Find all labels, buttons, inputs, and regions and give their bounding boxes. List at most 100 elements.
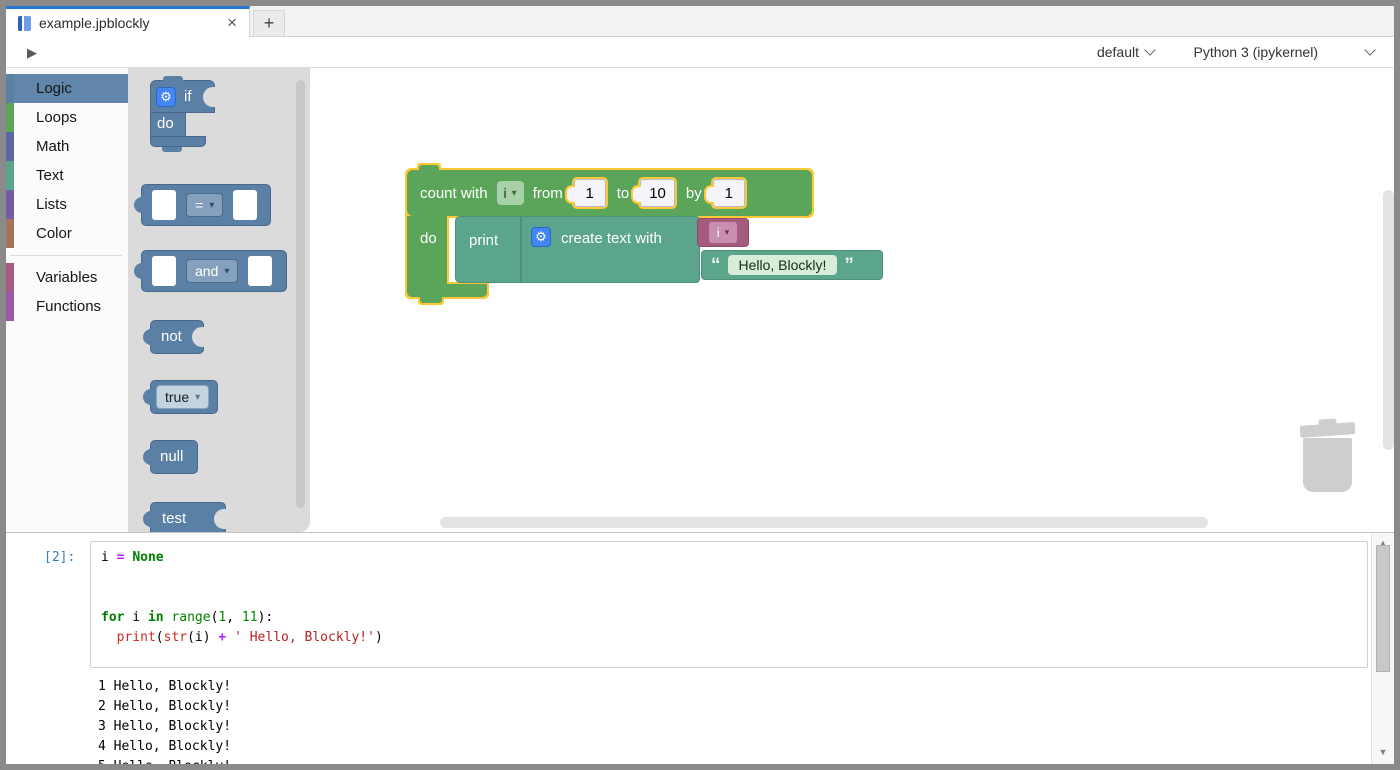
gear-icon[interactable]: ⚙	[156, 87, 176, 107]
boolean-dropdown[interactable]: true ▾	[156, 385, 209, 409]
toolbox-category-variables[interactable]: Variables	[6, 263, 128, 292]
do-label: do	[420, 230, 437, 247]
mode-dropdown[interactable]: default	[1097, 37, 1154, 67]
to-value-block[interactable]: 10	[638, 177, 677, 209]
category-label: Color	[36, 225, 72, 242]
flyout-block-compare[interactable]: = ▾	[141, 184, 271, 226]
dropdown-arrow-icon: ▾	[224, 266, 229, 277]
category-label: Logic	[36, 80, 72, 97]
toolbox-category-math[interactable]: Math	[6, 132, 128, 161]
operator-label: =	[195, 197, 203, 213]
blockly-workspace[interactable]: count with i ▾ from 1 to 10 by 1 do	[310, 68, 1394, 532]
category-color-strip	[6, 263, 14, 292]
scroll-down-icon[interactable]: ▼	[1379, 747, 1388, 757]
app-window: example.jpblockly × + ▶ default Python 3…	[0, 0, 1400, 770]
flyout-block-boolean[interactable]: true ▾	[150, 380, 218, 414]
toolbox-category-text[interactable]: Text	[6, 161, 128, 190]
blockly-toolbox: Logic Loops Math Text Lists Color	[6, 68, 128, 532]
category-color-strip	[6, 103, 14, 132]
flyout-block-not[interactable]: not	[150, 320, 204, 354]
variable-dropdown[interactable]: i ▾	[709, 222, 737, 243]
cell-output-area: 1 Hello, Blockly! 2 Hello, Blockly! 3 He…	[98, 677, 231, 764]
boolean-label: true	[165, 389, 189, 405]
notebook-scrollbar[interactable]: ▲ ▼	[1371, 533, 1394, 764]
kernel-selector[interactable]: Python 3 (ipykernel)	[1193, 37, 1318, 67]
test-label: test	[162, 510, 186, 527]
category-label: Functions	[36, 298, 101, 315]
mode-label: default	[1097, 44, 1139, 60]
text-value-field[interactable]: Hello, Blockly!	[728, 255, 838, 275]
variable-i-block[interactable]: i ▾	[697, 218, 749, 247]
value-socket	[152, 190, 176, 220]
category-color-strip	[6, 219, 14, 248]
toolbox-category-lists[interactable]: Lists	[6, 190, 128, 219]
by-label: by	[686, 185, 702, 202]
flyout-scrollbar[interactable]	[296, 80, 305, 508]
do-label: do	[157, 115, 174, 132]
create-text-with-label: create text with	[561, 230, 662, 247]
close-icon[interactable]: ×	[223, 13, 241, 33]
workspace-horizontal-scrollbar[interactable]	[440, 517, 1208, 528]
close-quote-icon: ”	[844, 256, 854, 275]
cell-prompt: [2]:	[44, 549, 75, 567]
category-label: Variables	[36, 269, 97, 286]
tab-example-jpblockly[interactable]: example.jpblockly ×	[6, 6, 250, 37]
play-icon: ▶	[27, 45, 37, 61]
operator-dropdown[interactable]: = ▾	[186, 193, 223, 217]
trash-lid-icon	[1300, 422, 1356, 438]
file-icon	[18, 16, 31, 31]
value-socket	[152, 256, 176, 286]
toolbox-category-functions[interactable]: Functions	[6, 292, 128, 321]
output-line: 2 Hello, Blockly!	[98, 697, 231, 717]
output-line: 3 Hello, Blockly!	[98, 717, 231, 737]
create-text-with-block[interactable]: ⚙ create text with	[521, 216, 700, 283]
print-label: print	[469, 232, 498, 249]
category-label: Text	[36, 167, 64, 184]
loop-variable-label: i	[504, 185, 507, 201]
tab-title: example.jpblockly	[39, 15, 223, 31]
tab-bar: example.jpblockly × +	[6, 6, 1394, 37]
from-value-block[interactable]: 1	[572, 177, 608, 209]
category-color-strip	[6, 132, 14, 161]
flyout-block-test[interactable]: test	[150, 502, 226, 532]
open-quote-icon: “	[711, 256, 721, 275]
if-label: if	[184, 88, 192, 105]
category-label: Lists	[36, 196, 67, 213]
text-string-block[interactable]: “ Hello, Blockly! ”	[701, 250, 883, 280]
category-color-strip	[6, 74, 14, 103]
scrollbar-thumb[interactable]	[1376, 545, 1390, 672]
dropdown-arrow-icon: ▾	[209, 200, 214, 211]
count-with-label: count with	[420, 185, 488, 202]
trash-icon[interactable]	[1303, 438, 1352, 492]
logic-operator-dropdown[interactable]: and ▾	[186, 259, 238, 283]
toolbox-category-color[interactable]: Color	[6, 219, 128, 248]
to-label: to	[617, 185, 630, 202]
by-value-block[interactable]: 1	[711, 177, 747, 209]
loop-variable-dropdown[interactable]: i ▾	[497, 181, 524, 205]
flyout-block-null[interactable]: null	[150, 440, 198, 474]
workspace-vertical-scrollbar[interactable]	[1383, 190, 1394, 450]
toolbox-category-loops[interactable]: Loops	[6, 103, 128, 132]
toolbox-category-logic[interactable]: Logic	[6, 74, 128, 103]
flyout-block-and[interactable]: and ▾	[141, 250, 287, 292]
dropdown-arrow-icon: ▾	[725, 227, 730, 238]
code-cell-input[interactable]: i = None for i in range(1, 11): print(st…	[90, 541, 1368, 668]
value-socket	[248, 256, 272, 286]
run-button[interactable]: ▶	[22, 43, 42, 63]
flyout-block-if[interactable]: ⚙ if do	[150, 80, 230, 160]
print-block[interactable]: print	[455, 216, 521, 283]
gear-icon[interactable]: ⚙	[531, 227, 551, 247]
null-label: null	[160, 448, 183, 465]
block-top-notch	[419, 165, 439, 170]
category-color-strip	[6, 190, 14, 219]
output-line: 4 Hello, Blockly!	[98, 737, 231, 757]
kernel-dropdown[interactable]	[1366, 37, 1374, 67]
category-color-strip	[6, 292, 14, 321]
chevron-down-icon	[1144, 44, 1155, 55]
new-tab-button[interactable]: +	[253, 10, 285, 37]
block-bottom-notch	[420, 297, 442, 303]
blockly-editor: Logic Loops Math Text Lists Color	[6, 68, 1394, 533]
output-line: 5 Hello, Blockly!	[98, 757, 231, 764]
category-color-strip	[6, 161, 14, 190]
plus-icon: +	[264, 13, 275, 34]
